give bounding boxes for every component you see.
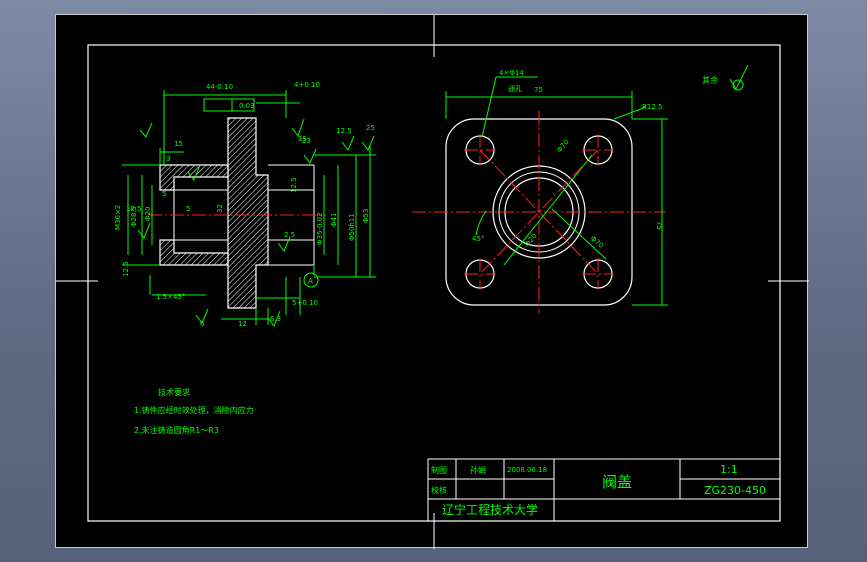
section-label: 15	[174, 140, 183, 148]
section-label: 6	[200, 320, 205, 328]
section-label: 44-0.10	[206, 83, 233, 91]
section-view: 44-0.10 4+0.10 0.03 15 25 23 12.5 25 3 M…	[114, 81, 376, 328]
drawn-by: 孙娟	[470, 465, 486, 475]
section-label: Φ35-0.02	[316, 212, 324, 245]
section-label: 12.5	[126, 205, 142, 213]
top-label: 4×Φ14	[499, 69, 524, 77]
section-label: Φ41	[330, 213, 338, 227]
section-label: 5+0.10	[292, 299, 318, 307]
top-label: 通孔	[508, 84, 522, 93]
top-label: 75	[534, 86, 543, 94]
section-label: 1.5×45°	[156, 293, 185, 301]
tech-item: 2.未注铸造圆角R1～R3	[134, 425, 219, 435]
section-label: Φ50h11	[348, 213, 356, 241]
top-label: R12.5	[642, 103, 662, 111]
part-name: 阀盖	[602, 473, 632, 491]
scale: 1:1	[720, 463, 738, 476]
section-label: 12	[238, 320, 247, 328]
checked-label: 校核	[431, 485, 447, 495]
surface-finish-note: 其余	[702, 75, 718, 85]
title-block: 制图 孙娟 2008.06.18 校核 阀盖 1:1 ZG230-450 辽宁工…	[427, 458, 781, 522]
section-label: 5	[162, 190, 166, 198]
top-label: 45°	[472, 235, 484, 243]
drawn-label: 制图	[431, 465, 447, 475]
section-label: 32	[216, 204, 224, 213]
section-label: 6.3	[270, 315, 281, 323]
cad-drawing-viewport[interactable]: 44-0.10 4+0.10 0.03 15 25 23 12.5 25 3 M…	[55, 14, 809, 549]
section-label: 3	[166, 155, 170, 163]
top-label: 75	[655, 221, 663, 230]
section-label: Φ20	[144, 207, 152, 221]
section-label: 2.5	[284, 231, 295, 239]
section-label: 12.5	[336, 127, 352, 135]
section-label: 23	[302, 137, 311, 145]
top-label: Φ70	[589, 234, 605, 249]
top-label: Φ70	[555, 138, 570, 154]
school-name: 辽宁工程技术大学	[442, 502, 538, 517]
section-label: 25	[366, 124, 375, 132]
section-label: Φ53	[362, 209, 370, 223]
section-label: 0.03	[239, 102, 255, 110]
section-label: 5	[186, 205, 190, 213]
tech-item: 1.铸件应经时效处理，消除内应力	[134, 405, 254, 415]
top-view: 4×Φ14 通孔 75 R12.5 75 Φ70 45° Φ70 Φ20 其余	[412, 64, 749, 313]
section-label: M36×2	[114, 205, 122, 230]
date: 2008.06.18	[507, 466, 547, 474]
drawing-number: ZG230-450	[704, 484, 766, 497]
section-label: A	[308, 277, 313, 285]
drawing-canvas: 44-0.10 4+0.10 0.03 15 25 23 12.5 25 3 M…	[56, 15, 809, 549]
tech-requirements: 技术要求 1.铸件应经时效处理，消除内应力 2.未注铸造圆角R1～R3	[134, 387, 254, 435]
drawing-frame	[87, 44, 781, 522]
section-label: 4+0.10	[294, 81, 320, 89]
section-label: 12.5	[122, 261, 130, 277]
tech-heading: 技术要求	[158, 387, 190, 397]
section-label: 12.5	[290, 177, 298, 193]
